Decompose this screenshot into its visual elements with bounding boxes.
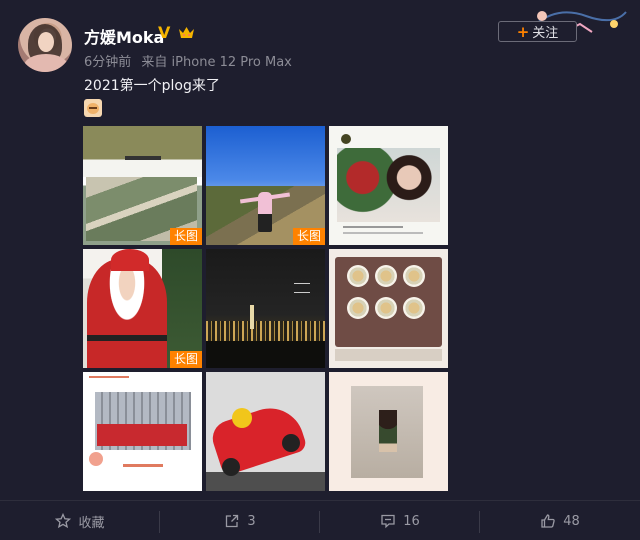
plog-image-4[interactable]: 长图 xyxy=(83,249,202,368)
plog-image-7[interactable] xyxy=(83,372,202,491)
post-time: 6分钟前 xyxy=(84,55,132,70)
weibo-post: 方媛Moka V 6分钟前 来自 iPhone 12 Pro Max + 关注 … xyxy=(0,0,640,540)
favorite-button[interactable]: 收藏 xyxy=(0,501,160,540)
plog-image-8[interactable] xyxy=(206,372,325,491)
emoji-icon xyxy=(84,99,102,117)
crown-icon xyxy=(179,27,194,38)
star-icon xyxy=(55,513,72,529)
plog-image-9[interactable] xyxy=(329,372,448,491)
long-image-tag: 长图 xyxy=(292,228,325,245)
post-meta: 6分钟前 来自 iPhone 12 Pro Max xyxy=(84,51,298,70)
favorite-label: 收藏 xyxy=(78,515,105,531)
post-text: 2021第一个plog来了 xyxy=(84,78,220,94)
like-button[interactable]: 48 xyxy=(480,501,640,540)
plog-image-6[interactable] xyxy=(329,249,448,368)
plog-image-1[interactable]: 长图 xyxy=(83,126,202,245)
follow-button[interactable]: + 关注 xyxy=(498,21,577,42)
post-source: 来自 iPhone 12 Pro Max xyxy=(141,55,292,70)
long-image-tag: 长图 xyxy=(169,228,202,245)
comment-count: 16 xyxy=(403,513,420,529)
long-image-tag: 长图 xyxy=(169,351,202,368)
plus-icon: + xyxy=(516,22,530,41)
action-bar: 收藏 3 16 48 xyxy=(0,500,640,540)
comment-button[interactable]: 16 xyxy=(320,501,480,540)
user-name[interactable]: 方媛Moka xyxy=(84,24,164,48)
repost-icon xyxy=(226,514,239,528)
thumbs-up-icon xyxy=(541,514,555,528)
comment-icon xyxy=(381,514,395,529)
verified-icon: V xyxy=(158,23,171,42)
repost-count: 3 xyxy=(247,513,256,529)
user-avatar[interactable] xyxy=(18,18,72,72)
like-count: 48 xyxy=(563,513,580,529)
follow-label: 关注 xyxy=(532,26,559,41)
plog-image-5[interactable] xyxy=(206,249,325,368)
plog-image-3[interactable] xyxy=(329,126,448,245)
plog-image-2[interactable]: 长图 xyxy=(206,126,325,245)
repost-button[interactable]: 3 xyxy=(160,501,320,540)
